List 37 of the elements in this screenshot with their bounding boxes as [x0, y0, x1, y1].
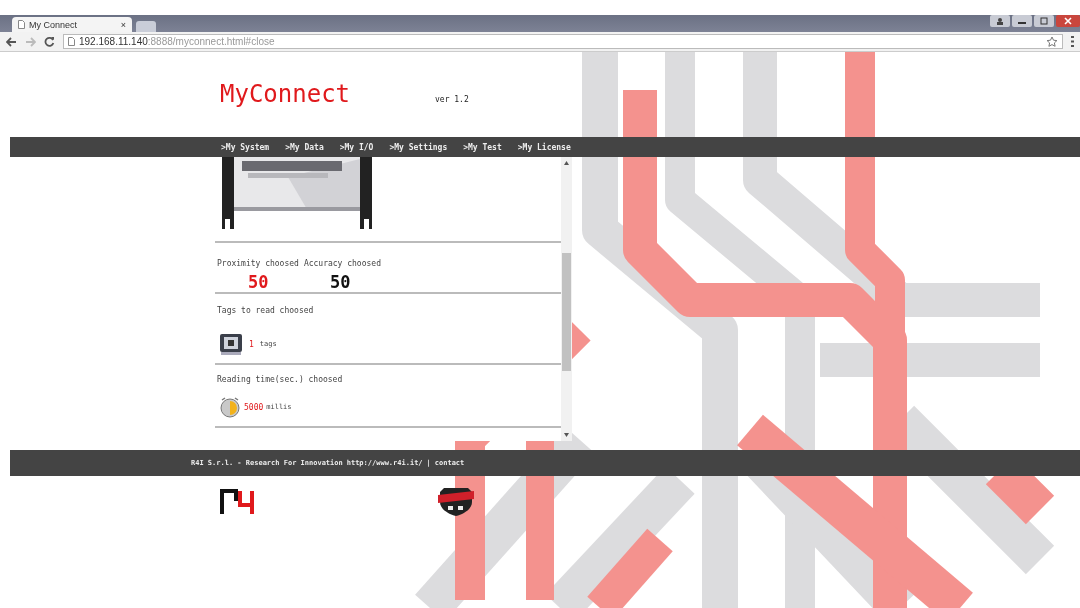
page-icon [18, 20, 25, 29]
url-text: 192.168.11.140:8888/myconnect.html#close [79, 36, 276, 47]
page-icon [68, 37, 75, 46]
browser-tab[interactable]: My Connect × [12, 17, 132, 32]
nav-link[interactable]: >My License [517, 142, 571, 152]
star-icon[interactable] [1046, 35, 1058, 48]
scrollbar[interactable] [561, 157, 572, 441]
tags-count: 1 [249, 339, 254, 349]
scrollbar-thumb[interactable] [562, 253, 571, 371]
nav-link[interactable]: >My Settings [389, 142, 448, 152]
reading-time-label: Reading time(sec.) choosed [216, 374, 344, 386]
nav-link[interactable]: >My Data [285, 142, 324, 152]
accuracy-label: Accuracy choosed [303, 259, 381, 268]
menu-icon[interactable] [1071, 36, 1074, 47]
scroll-down-icon[interactable] [564, 433, 569, 437]
back-icon[interactable] [6, 36, 17, 47]
close-icon[interactable]: × [120, 19, 126, 30]
chip-icon [219, 333, 243, 355]
nav-link[interactable]: >My I/O [339, 142, 374, 152]
version-label: ver 1.2 [435, 95, 469, 104]
proximity-label: Proximity choosed [217, 259, 299, 268]
address-field[interactable]: 192.168.11.140:8888/myconnect.html#close [63, 34, 1063, 49]
close-icon[interactable] [1056, 15, 1080, 27]
stopwatch-icon [219, 396, 241, 418]
nav-link[interactable]: >My System [221, 142, 270, 152]
minimize-icon[interactable] [1012, 15, 1032, 27]
reading-time-value: 5000 [244, 402, 264, 412]
nav-link[interactable]: >My Test [463, 142, 502, 152]
logo-icon [220, 488, 256, 514]
site-title: MyConnect [220, 80, 352, 108]
shield-logo-icon [438, 486, 474, 516]
scroll-up-icon[interactable] [564, 161, 569, 165]
tags-label: Tags to read choosed [216, 305, 315, 317]
accuracy-value: 50 [330, 272, 351, 292]
reload-icon[interactable] [44, 36, 55, 47]
user-icon[interactable] [990, 15, 1010, 27]
proximity-value: 50 [248, 272, 270, 292]
